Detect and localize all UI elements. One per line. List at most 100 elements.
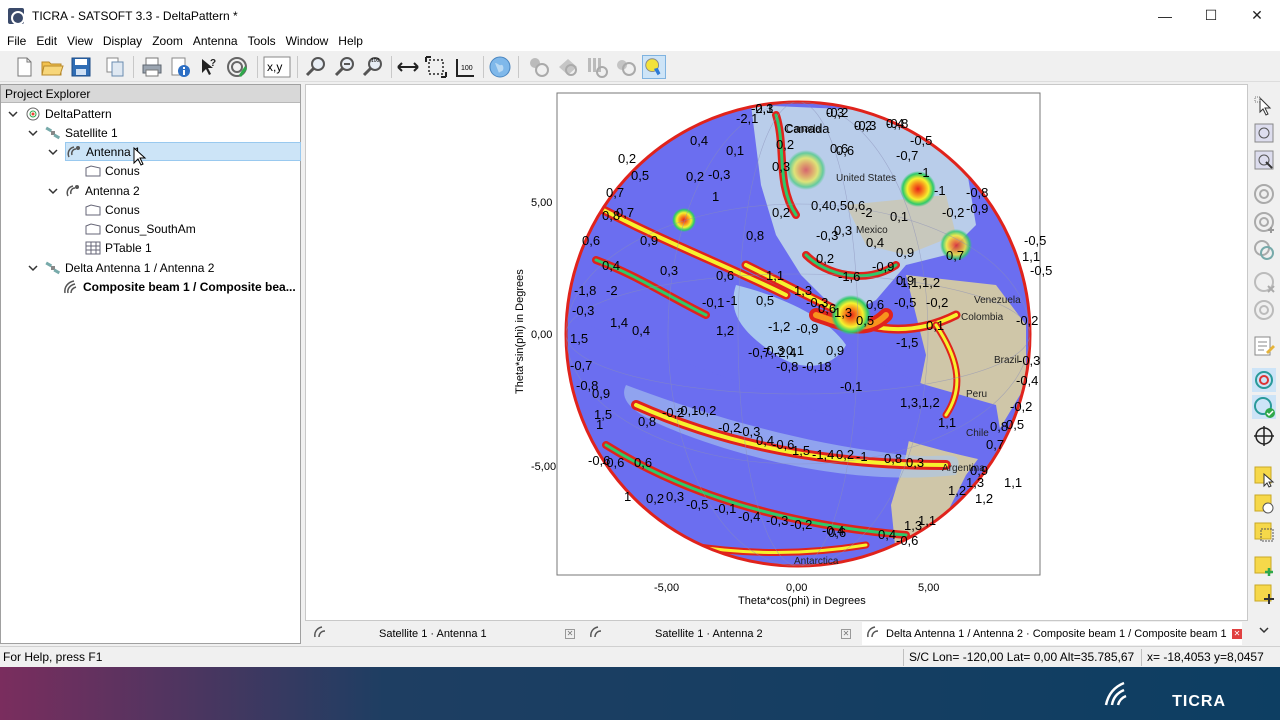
scale-100-icon[interactable]: 100	[453, 55, 477, 79]
open-folder-icon[interactable]	[40, 55, 64, 79]
zoom-in-icon[interactable]	[304, 55, 328, 79]
contour-label: 0,5	[756, 293, 774, 308]
note-pointer-icon[interactable]	[1252, 464, 1276, 488]
close-tab-button[interactable]: ✕	[1232, 628, 1242, 639]
tree-item-antenna-2[interactable]: Antenna 2	[47, 181, 140, 200]
globe-icon[interactable]	[488, 55, 512, 79]
contour-label: 0,9	[640, 233, 658, 248]
tab-delta-composite[interactable]: Delta Antenna 1 / Antenna 2 · Composite …	[862, 622, 1242, 645]
beam-tool-icon[interactable]	[1252, 121, 1276, 145]
help-pointer-icon[interactable]: ?	[196, 55, 220, 79]
antenna-icon	[589, 625, 605, 642]
menu-window[interactable]: Window	[281, 31, 334, 51]
contour-label: -1,2	[768, 319, 790, 334]
contour-label: 0,6	[716, 268, 734, 283]
fit-box-icon[interactable]	[424, 55, 448, 79]
tab-label: Delta Antenna 1 / Antenna 2 · Composite …	[886, 627, 1227, 640]
contour-label: 0,3	[666, 489, 684, 504]
zoom-out-icon[interactable]	[333, 55, 357, 79]
contour-label: 0,3	[826, 105, 844, 120]
contour-label: 0,9	[896, 245, 914, 260]
project-icon	[25, 106, 41, 122]
target-check-icon[interactable]	[1252, 395, 1276, 419]
tree-item-conus-1[interactable]: Conus	[85, 161, 140, 180]
beam-edit-icon[interactable]	[1252, 148, 1276, 172]
print-icon[interactable]	[140, 55, 164, 79]
target-ring-icon[interactable]	[1252, 182, 1276, 206]
note-move-icon[interactable]	[1252, 582, 1276, 606]
contour-label: 1	[624, 489, 631, 504]
chevron-down-icon[interactable]	[7, 108, 19, 120]
close-button[interactable]: ✕	[1234, 0, 1280, 31]
antenna-pattern-icon[interactable]	[225, 55, 249, 79]
menu-antenna[interactable]: Antenna	[188, 31, 243, 51]
note-refresh-icon[interactable]	[1252, 492, 1276, 516]
tree-item-label: Composite beam 1 / Composite bea...	[83, 279, 296, 294]
tab-satellite1-antenna1[interactable]: Satellite 1 · Antenna 1 ✕	[313, 622, 575, 645]
copy-icon[interactable]	[103, 55, 127, 79]
tree-item-composite-beam[interactable]: Composite beam 1 / Composite bea...	[63, 277, 296, 296]
chevron-down-icon[interactable]	[27, 127, 39, 139]
chevron-down-icon[interactable]	[47, 146, 59, 158]
minimize-button[interactable]: —	[1142, 0, 1188, 31]
contour-label: 1	[712, 189, 719, 204]
target-add-icon[interactable]	[1252, 210, 1276, 234]
project-explorer-title: Project Explorer	[1, 85, 300, 103]
grayed-tool-1-icon[interactable]	[527, 55, 551, 79]
close-tab-button[interactable]: ✕	[565, 628, 575, 639]
coverage-polygon-icon	[85, 221, 101, 237]
ticra-brand-text: TICRA	[1172, 693, 1226, 710]
contour-label: -1,6	[838, 269, 860, 284]
menu-tools[interactable]: Tools	[243, 31, 281, 51]
contour-label: 0,2	[836, 447, 854, 462]
zoom-100-icon[interactable]: 100	[361, 55, 385, 79]
contour-plot[interactable]: Canada United States Mexico Venezuela Co…	[306, 85, 1249, 622]
contour-label: -2	[861, 205, 873, 220]
tree-item-delta-antenna[interactable]: Delta Antenna 1 / Antenna 2	[27, 258, 214, 277]
highlight-tool-icon[interactable]	[642, 55, 666, 79]
tree-item-conus-2[interactable]: Conus	[85, 200, 140, 219]
grayed-tool-3-icon[interactable]	[585, 55, 609, 79]
target-active-icon[interactable]	[1252, 368, 1276, 392]
tab-satellite1-antenna2[interactable]: Satellite 1 · Antenna 2 ✕	[589, 622, 851, 645]
menu-zoom[interactable]: Zoom	[147, 31, 188, 51]
close-tab-button[interactable]: ✕	[841, 628, 851, 639]
grayed-tool-4-icon[interactable]	[614, 55, 638, 79]
info-icon[interactable]	[168, 55, 192, 79]
chevron-down-icon[interactable]	[47, 185, 59, 197]
coverage-polygon-icon	[85, 202, 101, 218]
menu-help[interactable]: Help	[333, 31, 368, 51]
target-multi-icon[interactable]	[1252, 238, 1276, 262]
menu-view[interactable]: View	[62, 31, 98, 51]
menu-display[interactable]: Display	[98, 31, 147, 51]
tree-item-conus-southam[interactable]: Conus_SouthAm	[85, 219, 196, 238]
tree-item-satellite-1[interactable]: Satellite 1	[27, 123, 118, 142]
contour-label: -1	[918, 165, 930, 180]
tree-item-antenna-1[interactable]: Antenna 1	[47, 142, 301, 161]
grayed-tool-2-icon[interactable]	[556, 55, 580, 79]
tree-item-deltapattern[interactable]: DeltaPattern	[7, 104, 112, 123]
crosshair-icon[interactable]	[1252, 424, 1276, 448]
target-remove-icon[interactable]	[1252, 270, 1276, 294]
coordinates-icon[interactable]: x,y	[263, 55, 291, 79]
chevron-down-icon[interactable]	[1252, 624, 1276, 638]
note-add-icon[interactable]	[1252, 554, 1276, 578]
menu-file[interactable]: File	[2, 31, 31, 51]
save-icon[interactable]	[69, 55, 93, 79]
maximize-button[interactable]: ☐	[1188, 0, 1234, 31]
contour-label: -0,3	[766, 513, 788, 528]
select-pointer-icon[interactable]	[1252, 94, 1276, 118]
tree-item-ptable-1[interactable]: PTable 1	[85, 238, 152, 257]
contour-label: -2	[606, 283, 618, 298]
contour-label: 1,1	[766, 268, 784, 283]
chevron-down-icon[interactable]	[27, 262, 39, 274]
edit-list-icon[interactable]	[1252, 334, 1276, 358]
new-file-icon[interactable]	[12, 55, 36, 79]
target-delete-icon[interactable]	[1252, 298, 1276, 322]
note-select-icon[interactable]	[1252, 520, 1276, 544]
plot-view[interactable]: Canada United States Mexico Venezuela Co…	[305, 84, 1248, 621]
contour-label: -0,8	[776, 359, 798, 374]
fit-width-icon[interactable]	[396, 55, 420, 79]
menu-edit[interactable]: Edit	[31, 31, 62, 51]
status-bar: For Help, press F1 S/C Lon= -120,00 Lat=…	[0, 646, 1280, 667]
